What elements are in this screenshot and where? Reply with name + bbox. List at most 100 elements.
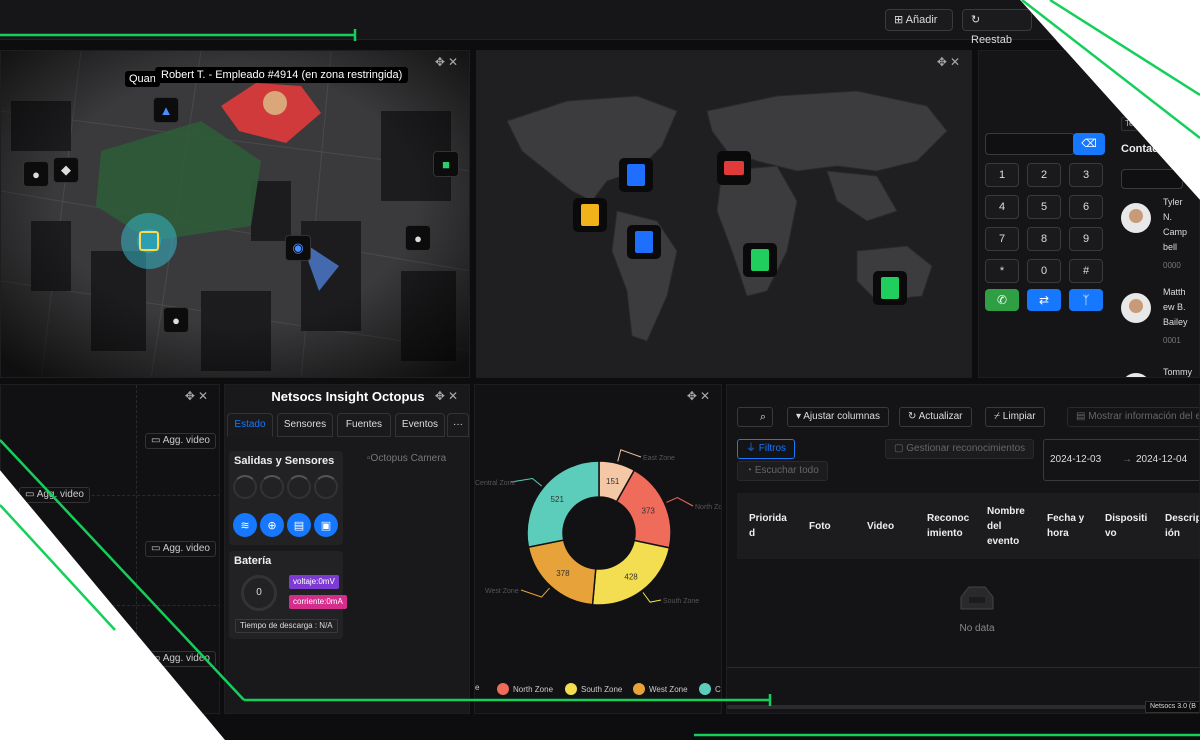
empty-inbox-icon	[957, 585, 997, 611]
close-icon[interactable]: ✕	[198, 389, 211, 403]
refresh-button[interactable]: ↻ Actualizar	[899, 407, 972, 427]
legend-item[interactable]: South Zone	[565, 683, 622, 695]
add-video-button[interactable]: ▭ Agg. video	[19, 487, 90, 503]
dial-key[interactable]: 6	[1069, 195, 1103, 219]
alarm-light-icon[interactable]: ▲	[153, 97, 179, 123]
horizontal-scrollbar[interactable]	[727, 705, 1167, 709]
building-blue-icon[interactable]	[627, 225, 661, 259]
add-video-button[interactable]: ▭ Agg. video	[145, 433, 216, 449]
scan-icon[interactable]: ▣	[314, 513, 338, 537]
person-badge-icon[interactable]: ●	[405, 225, 431, 251]
legend-swatch	[699, 683, 711, 695]
zone-donut-chart[interactable]: 151 East Zone 373 North Zone 428 South Zone 37…	[475, 385, 722, 675]
building-green-icon[interactable]	[873, 271, 907, 305]
face-scan-icon[interactable]	[139, 231, 159, 251]
tab-more[interactable]: ···	[447, 413, 469, 437]
dial-key[interactable]: 9	[1069, 227, 1103, 251]
dial-number-input[interactable]	[985, 133, 1075, 155]
close-icon[interactable]: ✕	[448, 55, 461, 69]
backspace-icon: ⌫	[1081, 138, 1097, 150]
search-icon: ⌕	[759, 411, 766, 423]
target-icon[interactable]: ⊕	[260, 513, 284, 537]
building-yellow-icon[interactable]	[573, 198, 607, 232]
close-icon[interactable]: ✕	[950, 55, 963, 69]
avatar	[1121, 373, 1151, 377]
donut-category-label: East Zone	[643, 455, 675, 462]
camera-icon[interactable]: ◉	[285, 235, 311, 261]
id-card-icon[interactable]: ▤	[287, 513, 311, 537]
contact-search-input[interactable]	[1121, 169, 1183, 189]
show-info-button[interactable]: ▤ Mostrar información del e	[1067, 407, 1199, 427]
dial-key[interactable]: 2	[1027, 163, 1061, 187]
building-green-icon[interactable]	[743, 243, 777, 277]
column-header[interactable]: Descrip ión	[1165, 493, 1199, 559]
move-icon[interactable]: ✥	[937, 55, 950, 69]
legend-item[interactable]: North Zone	[497, 683, 553, 695]
transfer-button[interactable]: ⇄	[1027, 289, 1061, 311]
tab-fuentes[interactable]: Fuentes	[337, 413, 391, 437]
tag-icon[interactable]: ◆	[53, 157, 79, 183]
add-video-button[interactable]: ▭ Agg. video	[145, 541, 216, 557]
date-range-picker[interactable]: 2024-12-03 → 2024-12-04	[1043, 439, 1199, 481]
close-icon[interactable]: ✕	[448, 389, 461, 403]
legend-item[interactable]: West Zone	[633, 683, 688, 695]
legend-item-partial[interactable]: C	[699, 683, 721, 695]
dial-key[interactable]: 0	[1027, 259, 1061, 283]
city-3d-map[interactable]	[1, 51, 470, 378]
broadcast-button[interactable]: ᛉ	[1069, 289, 1103, 311]
date-to: 2024-12-04	[1136, 454, 1188, 465]
tab-estado[interactable]: Estado	[227, 413, 273, 437]
dial-key[interactable]: 1	[985, 163, 1019, 187]
column-header[interactable]: Reconoc imiento	[927, 493, 969, 559]
camera-image-placeholder: ▫Octopus Camera	[367, 453, 447, 464]
move-icon[interactable]: ✥	[185, 389, 198, 403]
adjust-columns-button[interactable]: ▾ Ajustar columnas	[787, 407, 889, 427]
column-header[interactable]: Fecha y hora	[1047, 493, 1084, 559]
column-header[interactable]: Video	[867, 493, 894, 559]
clear-button[interactable]: ⌿ Limpiar	[985, 407, 1045, 427]
column-header[interactable]: Nombre del evento	[987, 493, 1025, 559]
reset-button[interactable]: ↻ Reestab	[962, 9, 1032, 46]
column-header[interactable]: Priorida d	[749, 493, 787, 559]
dial-key[interactable]: 4	[985, 195, 1019, 219]
manage-acknowledgements-button[interactable]: ▢ Gestionar reconocimientos	[885, 439, 1035, 459]
top-toolbar: ⊞ Añadir ↻ Reestab	[0, 0, 1200, 46]
contact-item[interactable]: Tyler N. Camp bell 0000	[1121, 197, 1199, 277]
donut-slice[interactable]	[526, 460, 600, 549]
backspace-button[interactable]: ⌫	[1073, 133, 1105, 155]
chart-legend: e North Zone South Zone West Zone C	[475, 683, 721, 697]
contacts-title: Contactos	[1121, 143, 1175, 155]
dial-key[interactable]: 3	[1069, 163, 1103, 187]
tab-sensores[interactable]: Sensores	[277, 413, 333, 437]
donut-category-label: South Zone	[663, 598, 699, 605]
factory-red-icon[interactable]	[717, 151, 751, 185]
person-badge-icon[interactable]: ●	[23, 161, 49, 187]
forklift-icon[interactable]: ■	[433, 151, 459, 177]
listen-all-button[interactable]: ◔ Escuchar todo	[737, 461, 828, 481]
add-widget-button[interactable]: ⊞ Añadir	[885, 9, 953, 31]
check-doc-icon: ▢	[894, 443, 907, 454]
contact-name-line: Matth	[1163, 287, 1186, 297]
dial-key[interactable]: #	[1069, 259, 1103, 283]
sensor-indicator	[233, 475, 257, 499]
column-header[interactable]: Dispositi vo	[1105, 493, 1147, 559]
dial-key[interactable]: *	[985, 259, 1019, 283]
contact-item[interactable]: Matth ew B. Bailey 0001	[1121, 287, 1199, 367]
add-video-button[interactable]: ▭ Agg. video	[145, 651, 216, 667]
phone-type-tab[interactable]: Tele	[1121, 117, 1181, 131]
dial-key[interactable]: 5	[1027, 195, 1061, 219]
move-icon[interactable]: ✥	[435, 55, 448, 69]
tab-eventos[interactable]: Eventos	[395, 413, 445, 437]
dial-key[interactable]: 7	[985, 227, 1019, 251]
person-badge-icon[interactable]: ●	[163, 307, 189, 333]
dial-key[interactable]: 8	[1027, 227, 1061, 251]
call-button[interactable]: ✆	[985, 289, 1019, 311]
contact-item[interactable]: Tommy	[1121, 367, 1199, 377]
move-icon[interactable]: ✥	[435, 389, 448, 403]
search-input[interactable]: ⌕	[737, 407, 773, 427]
building-blue-icon[interactable]	[619, 158, 653, 192]
world-map[interactable]	[477, 51, 972, 378]
filters-button[interactable]: ⏚ Filtros	[737, 439, 796, 459]
column-header[interactable]: Foto	[809, 493, 831, 559]
wifi-icon[interactable]: ≋	[233, 513, 257, 537]
